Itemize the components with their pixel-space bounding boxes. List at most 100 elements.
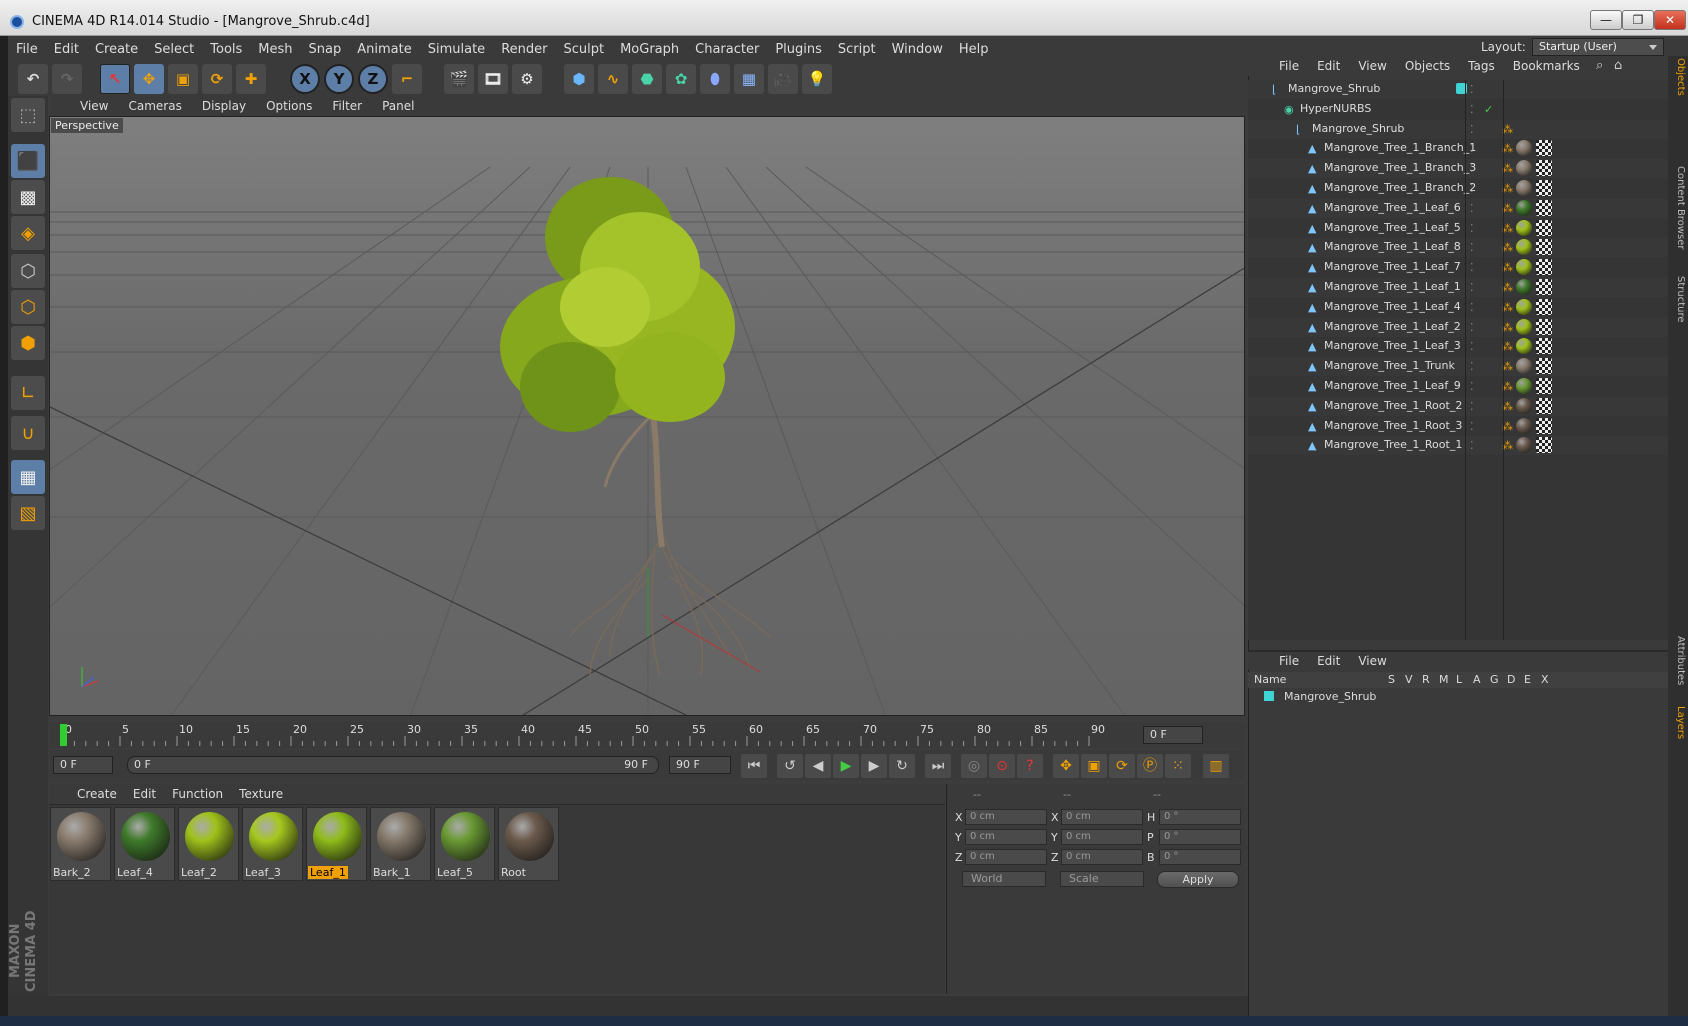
- objects-menu-objects[interactable]: Objects: [1396, 59, 1459, 73]
- rotate-icon[interactable]: ⟳: [202, 64, 232, 94]
- object-row[interactable]: ▲ Mangrove_Tree_1_Leaf_8 ⁚ ⁂: [1248, 238, 1668, 258]
- visibility-dots-icon[interactable]: ⁚: [1470, 261, 1482, 274]
- rotation-field[interactable]: 0 °: [1159, 849, 1241, 865]
- texture-tag-icon[interactable]: [1516, 318, 1532, 335]
- objects-menu-bookmarks[interactable]: Bookmarks: [1504, 59, 1589, 73]
- texture-tag-icon[interactable]: [1516, 219, 1532, 236]
- menu-mograph[interactable]: MoGraph: [612, 42, 687, 57]
- layer-name[interactable]: Mangrove_Shrub: [1284, 690, 1376, 703]
- layer-column-v[interactable]: V: [1405, 673, 1413, 686]
- visibility-dots-icon[interactable]: ⁚: [1470, 321, 1482, 334]
- menu-create[interactable]: Create: [87, 42, 146, 57]
- side-tab-layers[interactable]: Layers: [1670, 706, 1686, 739]
- light-icon[interactable]: 💡: [802, 64, 832, 94]
- object-row[interactable]: ▲ Mangrove_Tree_1_Leaf_4 ⁚ ⁂: [1248, 298, 1668, 317]
- visibility-dots-icon[interactable]: ⁚: [1470, 202, 1482, 215]
- size-field[interactable]: 0 cm: [1061, 829, 1143, 845]
- nurbs-icon[interactable]: ⬣: [632, 64, 662, 94]
- object-row[interactable]: ▲ Mangrove_Tree_1_Leaf_6 ⁚ ⁂: [1248, 198, 1668, 218]
- layer-column-a[interactable]: A: [1473, 673, 1481, 686]
- side-tab-structure[interactable]: Structure: [1670, 276, 1686, 323]
- uvw-tag-icon[interactable]: [1536, 239, 1552, 256]
- workplane-lock-icon[interactable]: ▦: [11, 460, 45, 494]
- enabled-check-icon[interactable]: ✓: [1484, 103, 1496, 116]
- menu-select[interactable]: Select: [146, 42, 202, 57]
- visibility-dots-icon[interactable]: ⁚: [1470, 380, 1482, 393]
- object-row[interactable]: ▲ Mangrove_Tree_1_Root_2 ⁚ ⁂: [1248, 396, 1668, 416]
- size-field[interactable]: 0 cm: [1061, 849, 1143, 865]
- deformer-icon[interactable]: ⬮: [700, 64, 730, 94]
- apply-button[interactable]: Apply: [1157, 871, 1239, 888]
- object-name[interactable]: Mangrove_Tree_1_Branch_1: [1324, 141, 1476, 154]
- recent-tool-icon[interactable]: ✚: [236, 64, 266, 94]
- record-scale-icon[interactable]: ▣: [1081, 754, 1107, 778]
- viewport-menu-display[interactable]: Display: [192, 99, 256, 113]
- minimize-button[interactable]: —: [1590, 10, 1622, 30]
- material-root[interactable]: Root: [498, 807, 559, 881]
- go-to-end-icon[interactable]: ⏭: [925, 754, 951, 778]
- menu-script[interactable]: Script: [830, 42, 884, 57]
- object-row[interactable]: ⌊ Mangrove_Shrub ⁚ ⁂: [1248, 119, 1668, 139]
- uvw-tag-icon[interactable]: [1536, 219, 1552, 236]
- workplane-mode-icon[interactable]: ◈: [11, 216, 45, 250]
- object-name[interactable]: Mangrove_Tree_1_Leaf_1: [1324, 280, 1461, 293]
- menu-snap[interactable]: Snap: [301, 42, 350, 57]
- visibility-dots-icon[interactable]: ⁚: [1470, 241, 1482, 254]
- object-row[interactable]: ▲ Mangrove_Tree_1_Branch_1 ⁚ ⁂: [1248, 139, 1668, 158]
- end-frame-field[interactable]: 90 F: [669, 756, 731, 774]
- object-row[interactable]: ▲ Mangrove_Tree_1_Leaf_5 ⁚ ⁂: [1248, 219, 1668, 238]
- texture-tag-icon[interactable]: [1516, 417, 1532, 434]
- visibility-dots-icon[interactable]: ⁚: [1470, 400, 1482, 413]
- search-icon[interactable]: ⌕: [1596, 58, 1603, 73]
- object-row[interactable]: ▲ Mangrove_Tree_1_Root_1 ⁚ ⁂: [1248, 436, 1668, 456]
- make-editable-icon[interactable]: ⬚: [11, 98, 45, 132]
- material-leaf-3[interactable]: Leaf_3: [242, 807, 303, 881]
- model-mode-icon[interactable]: ⬛: [11, 144, 45, 178]
- menu-window[interactable]: Window: [884, 42, 951, 57]
- menu-mesh[interactable]: Mesh: [250, 42, 300, 57]
- rotation-field[interactable]: 0 °: [1159, 829, 1241, 845]
- redo-icon[interactable]: ↷: [52, 64, 82, 94]
- visibility-dots-icon[interactable]: ⁚: [1470, 103, 1482, 116]
- uvw-tag-icon[interactable]: [1536, 378, 1552, 394]
- texture-tag-icon[interactable]: [1516, 160, 1532, 177]
- material-leaf-1[interactable]: Leaf_1: [306, 807, 367, 881]
- go-to-start-icon[interactable]: ⏮: [741, 754, 767, 778]
- material-menu-function[interactable]: Function: [164, 787, 231, 801]
- visibility-dots-icon[interactable]: ⁚: [1470, 360, 1482, 373]
- visibility-dots-icon[interactable]: ⁚: [1470, 222, 1482, 235]
- material-leaf-4[interactable]: Leaf_4: [114, 807, 175, 881]
- texture-mode-icon[interactable]: ▩: [11, 180, 45, 214]
- objects-menu-tags[interactable]: Tags: [1459, 59, 1504, 73]
- axis-mode-icon[interactable]: ∟: [11, 376, 45, 410]
- viewport-menu-panel[interactable]: Panel: [372, 99, 424, 113]
- object-name[interactable]: Mangrove_Tree_1_Leaf_7: [1324, 260, 1461, 273]
- object-name[interactable]: HyperNURBS: [1300, 102, 1371, 115]
- material-bark-2[interactable]: Bark_2: [50, 807, 111, 881]
- object-row[interactable]: ▲ Mangrove_Tree_1_Leaf_2 ⁚ ⁂: [1248, 317, 1668, 337]
- uvw-tag-icon[interactable]: [1536, 279, 1552, 295]
- texture-tag-icon[interactable]: [1516, 358, 1532, 375]
- viewport-menu-view[interactable]: View: [70, 99, 118, 113]
- material-bark-1[interactable]: Bark_1: [370, 807, 431, 881]
- render-view-icon[interactable]: 🎬: [444, 64, 474, 94]
- object-name[interactable]: Mangrove_Tree_1_Root_3: [1324, 419, 1462, 432]
- maximize-button[interactable]: ❐: [1622, 10, 1654, 30]
- live-selection-icon[interactable]: ↖: [100, 64, 130, 94]
- planar-workplane-icon[interactable]: ▧: [11, 496, 45, 530]
- texture-tag-icon[interactable]: [1516, 140, 1532, 157]
- previous-frame-icon[interactable]: ◀: [805, 754, 831, 778]
- scheme-settings-icon[interactable]: ▥: [1203, 754, 1229, 778]
- cube-icon[interactable]: ⬢: [564, 64, 594, 94]
- camera-icon[interactable]: 🎥: [768, 64, 798, 94]
- object-name[interactable]: Mangrove_Shrub: [1288, 82, 1380, 95]
- material-menu-create[interactable]: Create: [69, 787, 125, 801]
- object-name[interactable]: Mangrove_Shrub: [1312, 122, 1404, 135]
- coordinate-system-icon[interactable]: ⌐: [392, 64, 422, 94]
- visibility-dots-icon[interactable]: ⁚: [1470, 142, 1482, 155]
- layers-menu-view[interactable]: View: [1349, 654, 1395, 668]
- autokey-icon[interactable]: ⊙: [989, 754, 1015, 778]
- layer-column-l[interactable]: L: [1456, 673, 1462, 686]
- texture-tag-icon[interactable]: [1516, 378, 1532, 394]
- move-icon[interactable]: ✥: [134, 64, 164, 94]
